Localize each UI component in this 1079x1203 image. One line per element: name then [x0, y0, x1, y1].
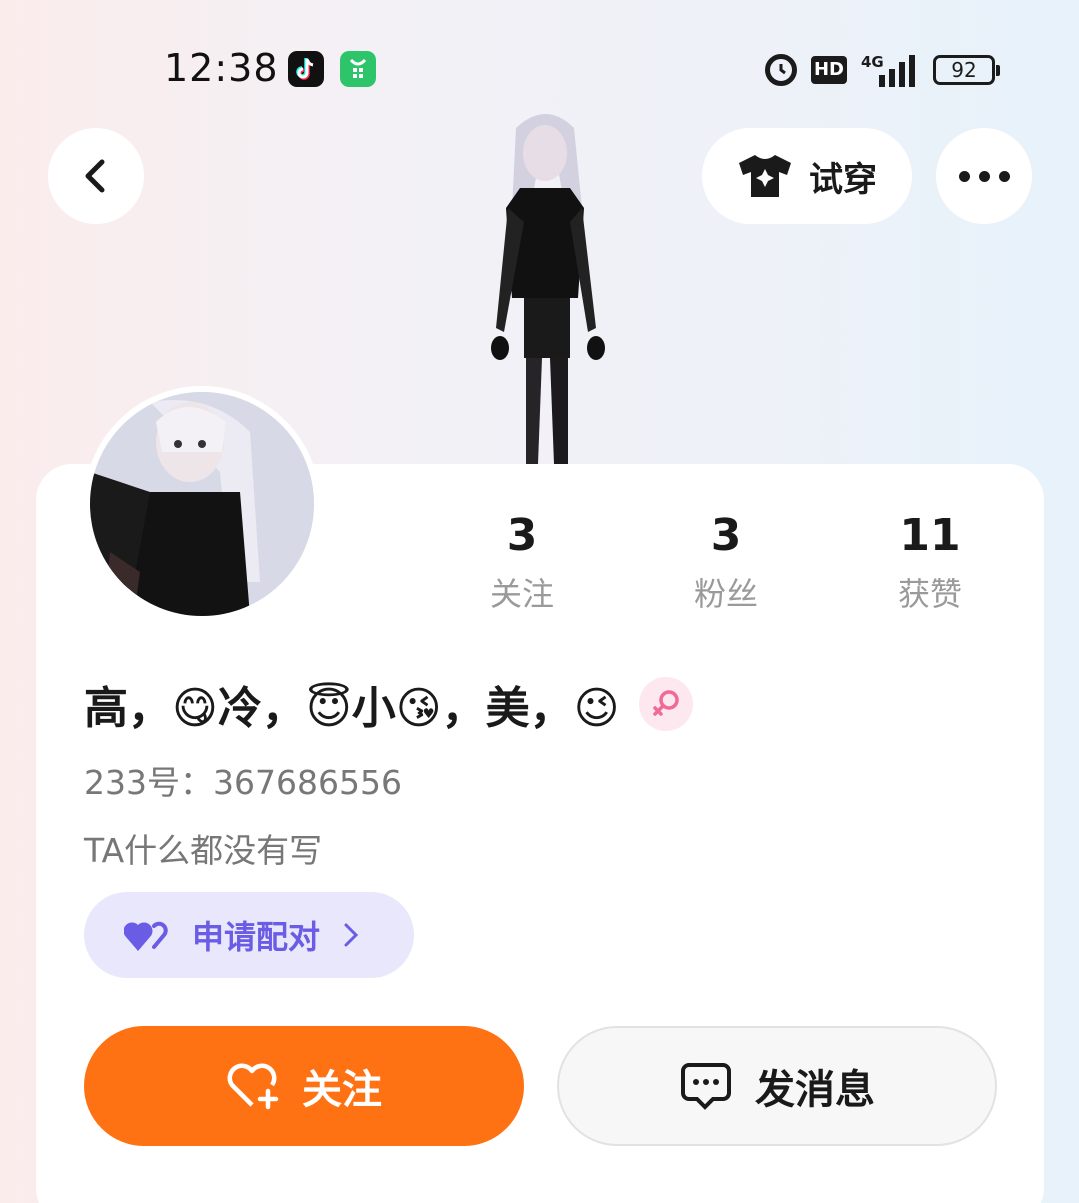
- profile-stats: 3 关注 3 粉丝 11 获赞: [420, 508, 1032, 616]
- try-on-label: 试穿: [809, 159, 877, 200]
- stat-following-value: 3: [506, 510, 538, 561]
- stat-followers-label: 粉丝: [693, 575, 758, 613]
- heart-plus-icon: [227, 1063, 279, 1110]
- stat-following[interactable]: 3 关注: [420, 508, 624, 616]
- back-button[interactable]: [48, 128, 144, 224]
- alarm-icon: [764, 54, 797, 86]
- double-heart-icon: [124, 921, 168, 951]
- stat-likes-value: 11: [899, 510, 961, 561]
- stat-likes-label: 获赞: [897, 575, 962, 613]
- try-on-button[interactable]: 试穿: [702, 128, 912, 224]
- battery-icon: 92: [933, 55, 1000, 85]
- stat-followers-value: 3: [710, 510, 742, 561]
- avatar[interactable]: [84, 386, 320, 622]
- signal-icon: 4G: [861, 53, 919, 87]
- battery-level: 92: [951, 58, 977, 82]
- status-icons: HD 4G 92: [764, 50, 1000, 90]
- more-dots-icon: [958, 170, 1010, 182]
- user-bio: TA什么都没有写: [84, 831, 323, 870]
- chevron-left-icon: [85, 159, 105, 193]
- nickname-text: 高，😋冷，😇小😘，美，😉: [84, 683, 620, 734]
- stat-following-label: 关注: [489, 575, 554, 613]
- status-time: 12:38: [164, 46, 279, 90]
- green-app-icon: [340, 51, 376, 87]
- chat-bubble-icon: [681, 1063, 731, 1110]
- stat-followers[interactable]: 3 粉丝: [624, 508, 828, 616]
- more-button[interactable]: [936, 128, 1032, 224]
- apply-pair-button[interactable]: 申请配对: [84, 892, 414, 978]
- follow-button[interactable]: 关注: [84, 1026, 524, 1146]
- apply-pair-label: 申请配对: [192, 918, 321, 956]
- user-id: 233号：367686556: [84, 763, 402, 802]
- send-message-label: 发消息: [755, 1067, 875, 1113]
- tshirt-icon: [739, 155, 791, 197]
- send-message-button[interactable]: 发消息: [557, 1026, 997, 1146]
- hd-icon: HD: [810, 56, 847, 84]
- stat-likes[interactable]: 11 获赞: [828, 508, 1032, 616]
- profile-nickname: 高，😋冷，😇小😘，美，😉: [84, 672, 694, 736]
- chevron-right-icon: [344, 923, 359, 947]
- follow-label: 关注: [302, 1067, 382, 1113]
- tiktok-app-icon: [288, 51, 324, 87]
- avatar-figure-image[interactable]: [450, 108, 640, 468]
- female-gender-icon: [639, 677, 694, 731]
- network-label: 4G: [861, 53, 884, 71]
